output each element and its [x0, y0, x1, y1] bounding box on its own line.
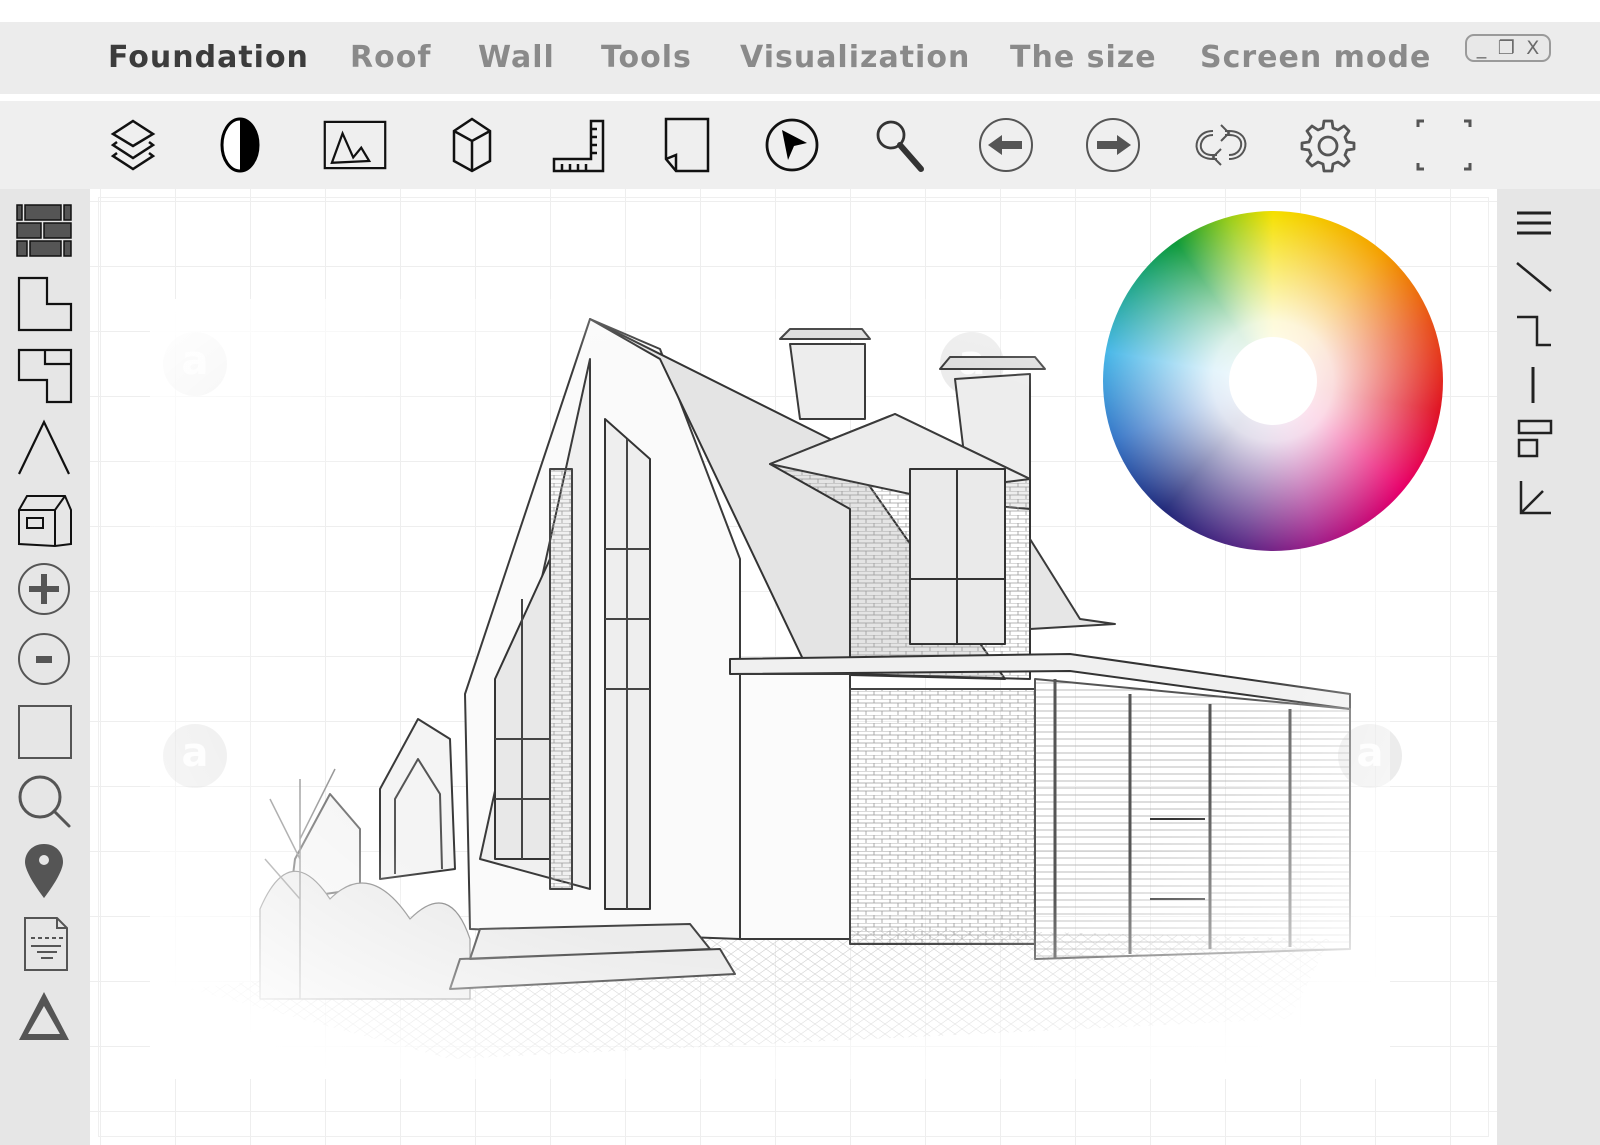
page-icon	[664, 117, 710, 173]
align-icon	[1517, 419, 1553, 458]
fullscreen-icon	[1416, 119, 1472, 171]
sync-button[interactable]	[1189, 113, 1253, 177]
menu-roof[interactable]: Roof	[350, 40, 431, 75]
cube-icon	[452, 117, 492, 173]
menu-screen-mode[interactable]: Screen mode	[1200, 40, 1431, 75]
zoom-in-icon	[18, 563, 70, 615]
search-button[interactable]	[12, 769, 76, 833]
color-picker-wheel[interactable]	[1103, 211, 1443, 551]
contrast-button[interactable]	[208, 113, 272, 177]
diagonal-line-icon	[1516, 262, 1552, 292]
ruler-icon	[552, 119, 605, 173]
brick-wall-icon	[16, 204, 72, 257]
menu-icon	[1517, 211, 1551, 235]
zoom-in-button[interactable]	[12, 557, 76, 621]
sync-icon	[1195, 124, 1247, 166]
image-icon	[323, 120, 387, 170]
menu-tools[interactable]: Tools	[601, 40, 692, 75]
floor-plan-button[interactable]	[12, 343, 76, 407]
forward-button[interactable]	[1081, 113, 1145, 177]
arrow-left-icon	[979, 118, 1033, 172]
zoom-out-button[interactable]	[12, 627, 76, 691]
arrow-down-left-button[interactable]	[1501, 465, 1565, 529]
magnifier-button[interactable]	[867, 113, 931, 177]
triangle-button[interactable]	[12, 983, 76, 1047]
cursor-button[interactable]	[760, 113, 824, 177]
menu-foundation[interactable]: Foundation	[108, 40, 309, 75]
ruler-button[interactable]	[547, 113, 611, 177]
color-wheel-center	[1229, 337, 1317, 425]
page-button[interactable]	[654, 113, 718, 177]
menu-wall[interactable]: Wall	[478, 40, 555, 75]
close-button[interactable]: X	[1526, 38, 1539, 58]
align-button[interactable]	[1501, 409, 1565, 473]
back-button[interactable]	[974, 113, 1038, 177]
vertical-line-button[interactable]	[1501, 353, 1565, 417]
rectangle-icon	[18, 705, 72, 759]
settings-button[interactable]	[1296, 113, 1360, 177]
minimize-button[interactable]: _	[1477, 38, 1487, 58]
triangle-icon	[19, 992, 69, 1040]
location-pin-icon	[25, 844, 63, 898]
location-button[interactable]	[12, 839, 76, 903]
cursor-icon	[765, 118, 819, 172]
layers-icon	[110, 119, 156, 171]
drawing-canvas[interactable]: a a a a	[90, 189, 1497, 1145]
search-icon	[18, 775, 71, 828]
brick-wall-button[interactable]	[12, 199, 76, 263]
vertical-line-icon	[1531, 367, 1535, 403]
menu-bar: Foundation Roof Wall Tools Visualization…	[0, 22, 1600, 94]
menu-the-size[interactable]: The size	[1010, 40, 1157, 75]
layers-button[interactable]	[101, 113, 165, 177]
step-line-icon	[1517, 315, 1551, 347]
arrow-down-left-icon	[1519, 481, 1551, 515]
image-button[interactable]	[323, 113, 387, 177]
roof-button[interactable]	[12, 415, 76, 479]
window-controls: _ ❐ X	[1465, 34, 1551, 62]
l-shape-icon	[17, 276, 73, 332]
roof-icon	[18, 419, 70, 475]
fullscreen-button[interactable]	[1412, 113, 1476, 177]
l-shape-button[interactable]	[12, 271, 76, 335]
document-button[interactable]	[12, 911, 76, 975]
floor-plan-icon	[17, 348, 73, 404]
zoom-out-icon	[18, 633, 70, 685]
rectangle-button[interactable]	[12, 699, 76, 763]
document-icon	[24, 917, 68, 971]
right-sidebar	[1497, 189, 1600, 1145]
house-icon	[18, 495, 72, 548]
cube-button[interactable]	[440, 113, 504, 177]
menu-visualization[interactable]: Visualization	[740, 40, 970, 75]
toolbar	[0, 101, 1600, 189]
arrow-right-icon	[1086, 118, 1140, 172]
restore-button[interactable]: ❐	[1498, 38, 1515, 58]
gear-icon	[1300, 119, 1356, 173]
left-sidebar	[0, 189, 90, 1145]
contrast-icon	[220, 117, 260, 173]
search-icon	[876, 120, 924, 172]
house-button[interactable]	[12, 487, 76, 551]
